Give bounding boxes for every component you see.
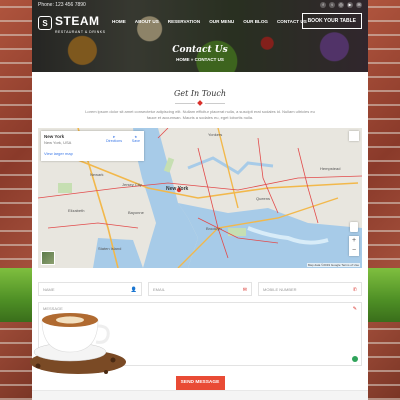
map-place-address: New York, USA (44, 140, 72, 145)
hero-banner: Phone: 123 456 7890 f t ◎ ▶ ✉ S STEAM RE… (32, 0, 368, 72)
map-label-elizabeth: Elizabeth (68, 208, 85, 213)
map-label-brooklyn: Brooklyn (206, 226, 222, 231)
brand-logo[interactable]: S STEAM RESTAURANT & DRINKS (38, 12, 105, 34)
instagram-icon[interactable]: ◎ (338, 1, 344, 8)
map-label-queens: Queens (256, 196, 271, 201)
nav-item-home[interactable]: HOME (112, 19, 126, 24)
map-label-newark: Newark (90, 172, 104, 177)
coffee-cup-illustration (30, 313, 126, 374)
nav-item-menu[interactable]: OUR MENU (209, 19, 234, 24)
zoom-controls: + − (349, 236, 359, 256)
directions-button[interactable]: ➤ Directions (106, 135, 122, 143)
map-label-bayonne: Bayonne (128, 210, 144, 215)
pencil-icon: ✎ (352, 306, 357, 312)
zoom-in-button[interactable]: + (349, 236, 359, 246)
email-field[interactable]: EMAIL ✉ (148, 282, 252, 296)
name-field[interactable]: NAME 👤 (38, 282, 142, 296)
grass-decoration-right (368, 268, 400, 322)
send-message-button[interactable]: SEND MESSAGE (175, 376, 225, 390)
larger-map-link[interactable]: View larger map (44, 151, 141, 156)
twitter-icon[interactable]: t (329, 1, 335, 8)
contact-form-row: NAME 👤 EMAIL ✉ MOBILE NUMBER ✆ (38, 282, 362, 296)
google-map[interactable]: Newark Jersey City New York Brooklyn Que… (38, 128, 362, 268)
main-nav: HOME ABOUT US RESERVATION OUR MENU OUR B… (112, 19, 307, 24)
map-label-jersey-city: Jersey City (122, 182, 142, 187)
page-title: Contact Us (172, 45, 228, 55)
pegman-icon[interactable] (350, 222, 358, 232)
title-divider (32, 100, 368, 106)
grammar-helper-icon[interactable] (352, 356, 358, 362)
brand-name: STEAM (55, 14, 100, 28)
diamond-icon (197, 100, 203, 106)
brick-background-right (368, 0, 400, 400)
map-label-new-york: New York (166, 186, 189, 192)
map-info-card: New York New York, USA View larger map ➤… (41, 131, 144, 161)
mobile-field[interactable]: MOBILE NUMBER ✆ (258, 282, 362, 296)
phone-icon: ✆ (352, 287, 357, 293)
social-links: f t ◎ ▶ ✉ (320, 1, 362, 8)
nav-item-reservation[interactable]: RESERVATION (168, 19, 200, 24)
breadcrumb: HOME » CONTACT US (176, 57, 224, 62)
map-label-hempstead: Hempstead (320, 166, 341, 171)
user-icon: 👤 (130, 287, 137, 293)
mail-icon[interactable]: ✉ (356, 1, 362, 8)
footer-strip (32, 390, 368, 400)
envelope-icon: ✉ (242, 287, 247, 293)
map-place-name: New York (44, 134, 65, 139)
nav-item-about[interactable]: ABOUT US (135, 19, 159, 24)
map-attribution: Map data ©2019 Google Terms of Use (306, 263, 360, 267)
zoom-out-button[interactable]: − (349, 246, 359, 256)
satellite-toggle[interactable] (41, 251, 55, 265)
phone-text: Phone: 123 456 7890 (38, 1, 86, 8)
intro-text: Lorem ipsum dolor sit amet consectetur a… (85, 109, 315, 120)
map-label-staten-island: Staten Island (98, 246, 122, 251)
section-title: Get In Touch (173, 89, 227, 98)
facebook-icon[interactable]: f (320, 1, 326, 8)
book-table-button[interactable]: BOOK YOUR TABLE (301, 13, 362, 29)
logo-mark-icon: S (38, 16, 52, 30)
top-bar: Phone: 123 456 7890 f t ◎ ▶ ✉ (32, 0, 368, 9)
youtube-icon[interactable]: ▶ (347, 1, 353, 8)
save-button[interactable]: ★ Save (132, 135, 140, 143)
nav-item-blog[interactable]: OUR BLOG (243, 19, 268, 24)
fullscreen-icon[interactable] (349, 131, 359, 141)
brand-tagline: RESTAURANT & DRINKS (55, 30, 106, 34)
map-label-yonkers: Yonkers (208, 132, 223, 137)
